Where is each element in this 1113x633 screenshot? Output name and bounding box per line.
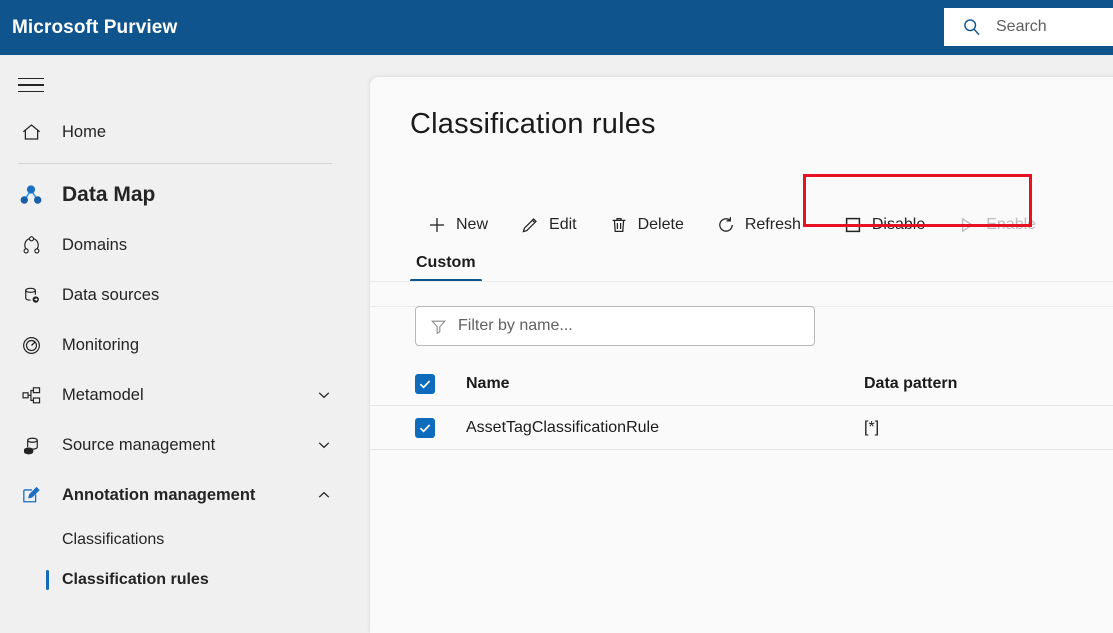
data-sources-icon	[18, 282, 44, 308]
annotation-management-icon	[18, 482, 44, 508]
plus-icon	[430, 218, 444, 232]
sidebar-item-label: Data Map	[62, 183, 156, 206]
pencil-icon	[522, 218, 537, 233]
sidebar-item-home[interactable]: Home	[0, 107, 370, 157]
chevron-down-icon[interactable]	[316, 437, 332, 453]
edit-button-label: Edit	[549, 216, 577, 233]
app-brand-title: Microsoft Purview	[12, 16, 178, 38]
left-navigation: Home Data Map Domains Data sources Monit…	[0, 55, 370, 633]
sidebar-item-domains[interactable]: Domains	[0, 220, 370, 270]
play-triangle-icon	[962, 217, 974, 233]
sidebar-item-label: Source management	[62, 435, 216, 454]
filter-icon	[430, 320, 447, 334]
row-checkbox[interactable]	[415, 417, 435, 438]
search-icon	[964, 19, 980, 36]
sidebar-item-label: Monitoring	[62, 335, 140, 354]
table-header-row: Name Data pattern	[370, 362, 1113, 406]
global-search-box[interactable]: Search	[944, 8, 1113, 46]
sidebar-item-label: Domains	[62, 235, 128, 254]
sidebar-item-label: Metamodel	[62, 385, 144, 404]
delete-button[interactable]: Delete	[597, 206, 696, 244]
new-button-label: New	[456, 216, 489, 233]
sidebar-item-metamodel[interactable]: Metamodel	[0, 370, 370, 420]
purview-app: Microsoft Purview Search Home Data Map D…	[0, 0, 1113, 633]
monitoring-icon	[18, 332, 44, 358]
global-search-placeholder: Search	[996, 18, 1047, 35]
filter-by-name-input[interactable]: Filter by name...	[415, 306, 815, 346]
sidebar-subitem-label: Classification rules	[62, 571, 209, 588]
nav-list: Home Data Map Domains Data sources Monit…	[0, 107, 370, 600]
refresh-button-label: Refresh	[744, 216, 801, 233]
trash-icon	[612, 217, 625, 233]
sidebar-subitem-label: Classifications	[62, 531, 165, 548]
hamburger-menu-icon[interactable]	[18, 69, 50, 101]
nav-divider	[18, 163, 332, 164]
enable-button-label: Enable	[986, 216, 1037, 233]
sidebar-item-label: Data sources	[62, 285, 160, 304]
home-icon	[18, 119, 44, 145]
classification-rules-table: Name Data pattern AssetTagClassification…	[370, 362, 1113, 450]
tab-label: Custom	[416, 254, 476, 271]
table-row[interactable]: AssetTagClassificationRule [*]	[370, 406, 1113, 450]
column-header-name[interactable]: Name	[466, 375, 864, 393]
sidebar-item-source-management[interactable]: Source management	[0, 420, 370, 470]
metamodel-icon	[18, 382, 44, 408]
square-icon	[845, 217, 861, 233]
main-content-panel: Classification rules New Edit Delete Ref…	[370, 77, 1113, 633]
page-title: Classification rules	[410, 108, 656, 140]
refresh-button[interactable]: Refresh	[704, 206, 813, 244]
sidebar-item-annotation-management[interactable]: Annotation management	[0, 470, 370, 520]
tab-strip: Custom	[410, 240, 482, 282]
refresh-icon	[719, 216, 733, 232]
column-header-data-pattern[interactable]: Data pattern	[864, 375, 957, 393]
chevron-up-icon[interactable]	[316, 487, 332, 503]
row-data-pattern: [*]	[864, 418, 880, 436]
enable-button: Enable	[945, 206, 1048, 244]
tab-custom[interactable]: Custom	[410, 254, 482, 282]
filter-placeholder: Filter by name...	[458, 317, 573, 334]
select-all-checkbox[interactable]	[415, 373, 435, 394]
source-management-icon	[18, 432, 44, 458]
chevron-down-icon[interactable]	[316, 387, 332, 403]
domains-icon	[18, 232, 44, 258]
sidebar-item-label: Home	[62, 122, 107, 141]
row-name: AssetTagClassificationRule	[466, 418, 659, 436]
sidebar-item-classifications[interactable]: Classifications	[0, 520, 370, 560]
sidebar-item-label: Annotation management	[62, 485, 256, 504]
tabs-divider	[370, 281, 1113, 282]
disable-button[interactable]: Disable	[831, 206, 937, 244]
sidebar-item-data-map[interactable]: Data Map	[0, 170, 370, 220]
edit-button[interactable]: Edit	[508, 206, 589, 244]
sidebar-item-monitoring[interactable]: Monitoring	[0, 320, 370, 370]
data-map-icon	[18, 182, 44, 208]
disable-button-label: Disable	[871, 216, 926, 233]
top-header-bar: Microsoft Purview Search	[0, 0, 1113, 55]
sidebar-item-data-sources[interactable]: Data sources	[0, 270, 370, 320]
sidebar-item-classification-rules[interactable]: Classification rules	[0, 560, 370, 600]
delete-button-label: Delete	[637, 216, 684, 233]
new-button[interactable]: New	[415, 206, 500, 244]
